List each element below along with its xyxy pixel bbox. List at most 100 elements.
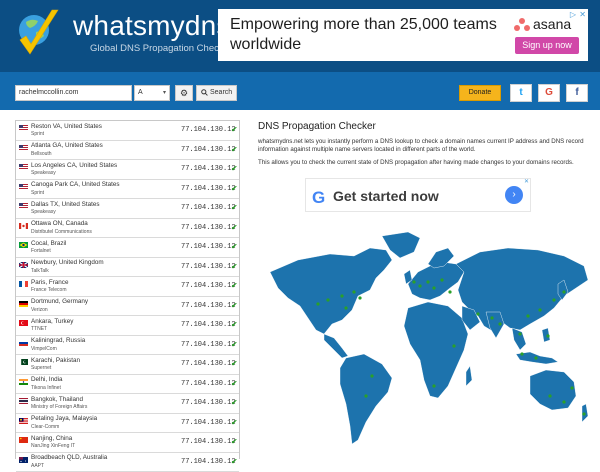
check-icon: ✔ <box>231 223 238 232</box>
signup-button[interactable]: Sign up now <box>515 37 579 54</box>
check-icon: ✔ <box>231 145 238 154</box>
flag-gb-icon <box>19 262 28 268</box>
flag-ca-icon <box>19 223 28 229</box>
result-ip[interactable]: 77.104.130.12 <box>181 302 236 310</box>
result-location: Nanjing, China <box>31 435 72 442</box>
search-button-label: Search <box>210 89 232 96</box>
table-row[interactable]: Paris, FranceFrance Telecom77.104.130.12… <box>16 277 239 297</box>
result-isp: Verizon <box>31 307 48 313</box>
asana-logo[interactable]: asana <box>514 17 576 33</box>
flag-tr-icon <box>19 320 28 326</box>
result-location: Reston VA, United States <box>31 123 102 130</box>
table-row[interactable]: Los Angeles CA, United StatesSpeakeasy77… <box>16 160 239 180</box>
google-ad-text[interactable]: Get started now <box>333 188 439 204</box>
result-location: Karachi, Pakistan <box>31 357 80 364</box>
result-ip[interactable]: 77.104.130.12 <box>181 165 236 173</box>
flag-us-icon <box>19 184 28 190</box>
table-row[interactable]: Canoga Park CA, United StatesSprint77.10… <box>16 180 239 200</box>
table-row[interactable]: Bangkok, ThailandMinistry of Foreign Aff… <box>16 394 239 414</box>
donate-button[interactable]: Donate <box>459 85 501 101</box>
google-share-button[interactable]: G <box>538 84 560 102</box>
table-row[interactable]: Cocal, BrazilFortalnet77.104.130.12✔ <box>16 238 239 258</box>
result-ip[interactable]: 77.104.130.12 <box>181 282 236 290</box>
table-row[interactable]: Delhi, IndiaTikona Infinet77.104.130.12✔ <box>16 375 239 395</box>
flag-fr-icon <box>19 281 28 287</box>
result-isp: NanJing XinFeng IT <box>31 443 75 449</box>
result-ip[interactable]: 77.104.130.12 <box>181 224 236 232</box>
table-row[interactable]: Atlanta GA, United States Bellsouth 77.104… <box>16 141 239 161</box>
table-row[interactable]: Ottawa ON, CanadaDistributel Communicati… <box>16 219 239 239</box>
result-isp: Sprint <box>31 190 44 196</box>
result-location: Ankara, Turkey <box>31 318 73 325</box>
check-icon: ✔ <box>231 359 238 368</box>
panel-description: whatsmydns.net lets you instantly perfor… <box>258 138 593 155</box>
result-location: Atlanta GA, United States <box>31 142 103 149</box>
check-icon: ✔ <box>231 320 238 329</box>
result-ip[interactable]: 77.104.130.12 <box>181 321 236 329</box>
flag-us-icon <box>19 145 28 151</box>
chevron-down-icon: ▾ <box>163 86 166 100</box>
table-row[interactable]: Newbury, United KingdomTalkTalk77.104.13… <box>16 258 239 278</box>
result-location: Newbury, United Kingdom <box>31 259 104 266</box>
check-icon: ✔ <box>231 125 238 134</box>
search-button[interactable]: Search <box>196 85 237 101</box>
ad-close-icon[interactable]: ✕ <box>524 178 529 185</box>
table-row[interactable]: Petaling Jaya, MalaysiaClear-Comm77.104.… <box>16 414 239 434</box>
result-ip[interactable]: 77.104.130.12 <box>181 438 236 446</box>
table-row[interactable]: Karachi, PakistanSupernet77.104.130.12✔ <box>16 355 239 375</box>
result-isp: Ministry of Foreign Affairs <box>31 404 87 410</box>
result-ip[interactable]: 77.104.130.12 <box>181 146 236 154</box>
banner-ad[interactable]: Empowering more than 25,000 teams worldw… <box>218 9 588 61</box>
table-row[interactable]: Dallas TX, United StatesSpeakeasy 77.104.… <box>16 199 239 219</box>
result-isp: AAPT <box>31 463 44 469</box>
result-ip[interactable]: 77.104.130.12 <box>181 185 236 193</box>
table-row[interactable]: Ankara, TurkeyTTNET 77.104.130.12✔ <box>16 316 239 336</box>
table-row[interactable]: Kaliningrad, RussiaVimpelCom77.104.130.1… <box>16 336 239 356</box>
result-isp: Clear-Comm <box>31 424 59 430</box>
result-ip[interactable]: 77.104.130.12 <box>181 380 236 388</box>
result-isp: Speakeasy <box>31 209 56 215</box>
result-ip[interactable]: 77.104.130.12 <box>181 399 236 407</box>
gear-icon: ⚙ <box>180 88 188 98</box>
flag-cn-icon <box>19 437 28 443</box>
flag-br-icon <box>19 242 28 248</box>
result-ip[interactable]: 77.104.130.12 <box>181 126 236 134</box>
result-ip[interactable]: 77.104.130.12 <box>181 341 236 349</box>
table-row[interactable]: Dortmund, GermanyVerizon77.104.130.12✔ <box>16 297 239 317</box>
result-isp: Sprint <box>31 131 44 137</box>
result-location: Dallas TX, United States <box>31 201 99 208</box>
flag-au-icon <box>19 457 28 463</box>
ad-info-icon[interactable]: ▷ <box>570 10 576 19</box>
chevron-right-icon[interactable]: › <box>505 186 523 204</box>
settings-button[interactable]: ⚙ <box>175 85 193 101</box>
result-ip[interactable]: 77.104.130.12 <box>181 360 236 368</box>
flag-ru-icon <box>19 340 28 346</box>
record-type-select[interactable]: A ▾ <box>134 85 170 101</box>
asana-dots-icon <box>514 18 530 32</box>
result-isp: Bellsouth <box>31 151 52 157</box>
twitter-share-button[interactable]: t <box>510 84 532 102</box>
flag-th-icon <box>19 398 28 404</box>
site-header: whatsmydns.net Global DNS Propagation Ch… <box>0 0 600 72</box>
ad-close-icon[interactable]: ✕ <box>579 10 586 19</box>
table-row[interactable]: Nanjing, ChinaNanJing XinFeng IT 77.104.1… <box>16 433 239 453</box>
result-location: Cocal, Brazil <box>31 240 66 247</box>
flag-de-icon <box>19 301 28 307</box>
asana-wordmark: asana <box>533 16 571 32</box>
google-ad[interactable]: G Get started now › ✕ <box>305 178 531 212</box>
check-icon: ✔ <box>231 437 238 446</box>
table-row[interactable]: Reston VA, United StatesSprint 77.104.130… <box>16 121 239 141</box>
banner-ad-text[interactable]: Empowering more than 25,000 teams worldw… <box>230 15 510 55</box>
domain-input[interactable]: rachelmccollin.com <box>15 85 132 101</box>
result-ip[interactable]: 77.104.130.12 <box>181 243 236 251</box>
result-location: Paris, France <box>31 279 68 286</box>
result-ip[interactable]: 77.104.130.12 <box>181 204 236 212</box>
facebook-share-button[interactable]: f <box>566 84 588 102</box>
result-ip[interactable]: 77.104.130.12 <box>181 263 236 271</box>
google-icon: G <box>545 87 553 98</box>
result-ip[interactable]: 77.104.130.12 <box>181 419 236 427</box>
result-isp: TTNET <box>31 326 47 332</box>
table-row[interactable]: Broadbeach QLD, AustraliaAAPT77.104.130.… <box>16 453 239 472</box>
result-location: Kaliningrad, Russia <box>31 337 85 344</box>
result-location: Dortmund, Germany <box>31 298 88 305</box>
